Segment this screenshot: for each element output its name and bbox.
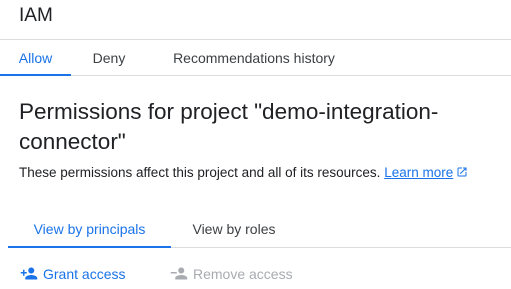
iam-tabs: Allow Deny Recommendations history [0,40,511,76]
person-remove-icon [170,267,188,280]
tab-allow[interactable]: Allow [0,40,71,76]
person-add-icon [20,267,38,280]
permissions-description: These permissions affect this project an… [19,164,511,182]
iam-page: IAM Allow Deny Recommendations history P… [0,0,511,289]
app-header: IAM [0,0,511,40]
learn-more-link[interactable]: Learn more [384,165,453,180]
tab-view-by-principals[interactable]: View by principals [8,212,171,248]
tab-deny[interactable]: Deny [78,40,140,75]
learn-more-label: Learn more [384,165,454,180]
grant-access-label: Grant access [43,266,126,282]
tab-view-by-roles[interactable]: View by roles [176,212,292,247]
page-title: IAM [19,5,53,26]
grant-access-button[interactable]: Grant access [20,262,135,286]
view-tabs: View by principals View by roles [8,212,511,248]
tab-recommendations-history[interactable]: Recommendations history [150,40,358,75]
remove-access-button[interactable]: Remove access [170,262,300,286]
open-in-new-icon[interactable] [456,166,468,178]
remove-access-label: Remove access [193,266,293,282]
permissions-heading: Permissions for project "demo-integratio… [19,99,439,154]
description-text: These permissions affect this project an… [19,165,381,180]
